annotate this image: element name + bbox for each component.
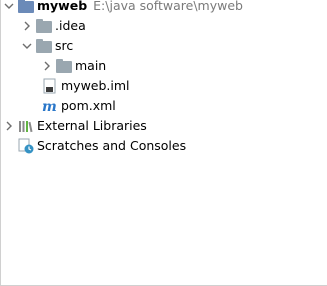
tree-item-label: myweb.iml <box>61 78 130 93</box>
maven-icon: m <box>42 98 58 115</box>
project-name: myweb <box>37 0 88 13</box>
module-file-icon <box>42 78 58 94</box>
chevron-down-icon[interactable] <box>2 0 16 16</box>
tree-item-label: .idea <box>55 18 86 33</box>
scratches-icon <box>18 138 34 154</box>
tree-node-src[interactable]: src <box>20 36 73 56</box>
project-path: E:\java software\myweb <box>93 0 243 13</box>
tree-node-main[interactable]: main <box>40 56 106 76</box>
chevron-down-icon[interactable] <box>20 36 34 56</box>
tree-item-label: Scratches and Consoles <box>37 138 187 153</box>
tree-node-pom-xml[interactable]: m pom.xml <box>42 96 116 116</box>
tree-node-myweb-iml[interactable]: myweb.iml <box>42 76 130 96</box>
chevron-right-icon[interactable] <box>20 16 34 36</box>
tree-node-project-root[interactable]: myweb E:\java software\myweb <box>2 0 243 16</box>
tree-node-idea[interactable]: .idea <box>20 16 86 36</box>
svg-text:m: m <box>42 99 57 114</box>
tree-item-label: External Libraries <box>37 118 147 133</box>
panel-left-border <box>0 0 1 286</box>
folder-icon <box>56 58 72 74</box>
tree-item-label: src <box>55 38 74 53</box>
folder-icon <box>36 18 52 34</box>
folder-icon <box>36 38 52 54</box>
chevron-right-icon[interactable] <box>40 56 54 76</box>
project-folder-icon <box>18 0 34 14</box>
tree-node-scratches[interactable]: Scratches and Consoles <box>18 136 186 156</box>
tree-item-label: pom.xml <box>61 98 116 113</box>
tree-item-label: main <box>75 58 107 73</box>
chevron-right-icon[interactable] <box>2 116 16 136</box>
library-icon <box>18 118 34 134</box>
tree-node-external-libraries[interactable]: External Libraries <box>2 116 147 136</box>
